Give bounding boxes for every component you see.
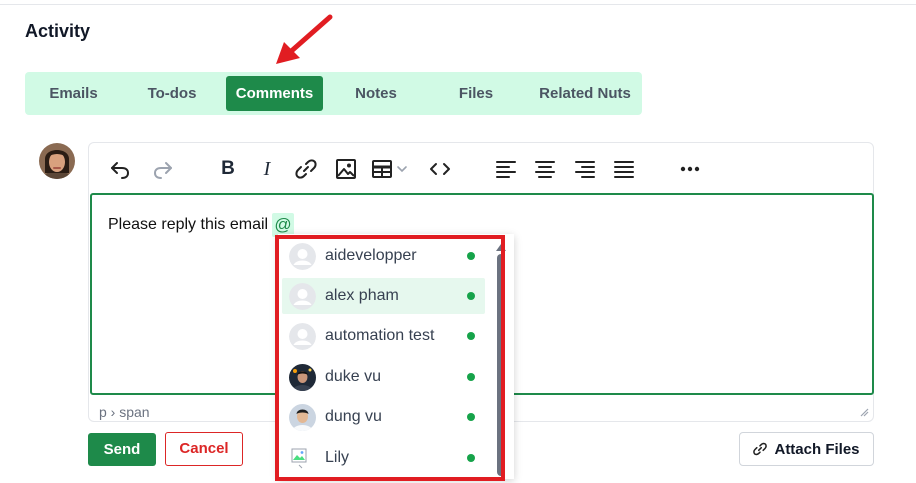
align-left-icon[interactable] bbox=[493, 156, 519, 182]
current-user-avatar bbox=[39, 143, 75, 179]
activity-tabs: Emails To-dos Comments Notes Files Relat… bbox=[25, 72, 642, 115]
attachment-icon bbox=[753, 442, 768, 456]
tab-todos[interactable]: To-dos bbox=[123, 76, 221, 111]
align-center-icon[interactable] bbox=[532, 156, 558, 182]
align-justify-icon[interactable] bbox=[611, 156, 637, 182]
annotation-highlight-box bbox=[275, 235, 505, 481]
annotation-arrow-icon bbox=[276, 14, 333, 64]
link-icon[interactable] bbox=[293, 156, 319, 182]
undo-icon[interactable] bbox=[107, 156, 133, 182]
tab-notes[interactable]: Notes bbox=[328, 76, 424, 111]
bold-icon[interactable]: B bbox=[215, 156, 241, 182]
send-button[interactable]: Send bbox=[88, 433, 156, 466]
redo-icon[interactable] bbox=[150, 156, 176, 182]
top-divider bbox=[0, 0, 916, 5]
code-icon[interactable] bbox=[427, 156, 453, 182]
cancel-button[interactable]: Cancel bbox=[165, 432, 243, 466]
align-right-icon[interactable] bbox=[572, 156, 598, 182]
comment-text: Please reply this email bbox=[108, 216, 269, 233]
tab-comments[interactable]: Comments bbox=[226, 76, 323, 111]
resize-handle-icon[interactable] bbox=[859, 407, 869, 417]
image-icon[interactable] bbox=[333, 156, 359, 182]
attach-files-label: Attach Files bbox=[774, 440, 860, 458]
tab-related-nuts[interactable]: Related Nuts bbox=[528, 76, 642, 111]
section-title: Activity bbox=[25, 21, 91, 41]
tab-files[interactable]: Files bbox=[428, 76, 524, 111]
tab-emails[interactable]: Emails bbox=[25, 76, 122, 111]
editor-toolbar: B I bbox=[89, 143, 873, 193]
more-icon[interactable] bbox=[677, 156, 703, 182]
element-path: p › span bbox=[99, 404, 150, 420]
attach-files-button[interactable]: Attach Files bbox=[739, 432, 874, 466]
table-icon[interactable] bbox=[371, 156, 415, 182]
italic-icon[interactable]: I bbox=[254, 156, 280, 182]
